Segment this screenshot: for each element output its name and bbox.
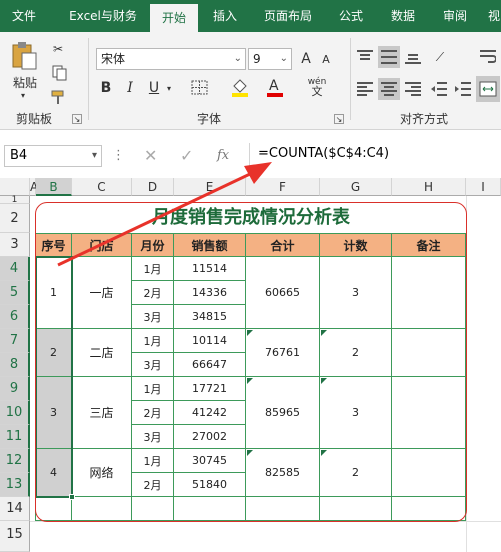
arrow-head	[244, 162, 272, 184]
arrow-shaft	[57, 172, 251, 267]
annotation-arrow	[57, 162, 272, 267]
